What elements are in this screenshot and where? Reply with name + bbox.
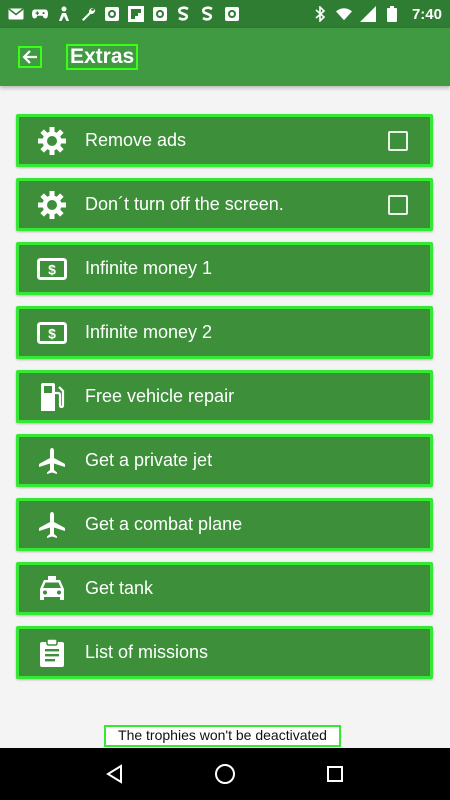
list-item-combat-plane[interactable]: Get a combat plane bbox=[16, 498, 433, 551]
game-controller-icon bbox=[32, 6, 48, 22]
svg-text:$: $ bbox=[48, 261, 56, 277]
item-label: Free vehicle repair bbox=[85, 386, 235, 406]
list-item-infinite-money-1[interactable]: $ Infinite money 1 bbox=[16, 242, 433, 295]
nav-back-button[interactable] bbox=[95, 754, 135, 794]
clipboard-icon bbox=[19, 629, 79, 676]
arrow-back-icon bbox=[22, 49, 38, 65]
taxi-icon bbox=[19, 565, 79, 612]
status-bar: 7:40 bbox=[0, 0, 450, 28]
svg-text:$: $ bbox=[48, 325, 56, 341]
list-item-remove-ads[interactable]: Remove ads bbox=[16, 114, 433, 167]
item-label: Get a private jet bbox=[85, 450, 213, 470]
money-icon: $ bbox=[19, 309, 79, 356]
item-label: Get tank bbox=[85, 578, 154, 598]
gear-icon bbox=[19, 181, 79, 228]
battery-icon bbox=[384, 6, 400, 22]
s-logo-icon bbox=[176, 6, 192, 22]
item-label: Remove ads bbox=[85, 130, 187, 150]
gear-icon bbox=[19, 117, 79, 164]
wifi-icon bbox=[335, 6, 352, 22]
list-item-infinite-money-2[interactable]: $ Infinite money 2 bbox=[16, 306, 433, 359]
trophies-note: The trophies won't be deactivated bbox=[104, 725, 341, 747]
item-label: Don´t turn off the screen. bbox=[85, 194, 284, 214]
mail-icon bbox=[8, 6, 24, 22]
back-button[interactable] bbox=[18, 46, 42, 68]
airplane-icon bbox=[19, 437, 79, 484]
system-nav-bar bbox=[0, 748, 450, 800]
safe-icon bbox=[152, 6, 168, 22]
list-item-keep-screen-on[interactable]: Don´t turn off the screen. bbox=[16, 178, 433, 231]
app-bar: Extras bbox=[0, 28, 450, 86]
page-title: Extras bbox=[66, 44, 139, 70]
bluetooth-icon bbox=[312, 6, 328, 22]
nav-home-button[interactable] bbox=[205, 754, 245, 794]
nav-home-icon bbox=[214, 763, 236, 785]
system-icons: 7:40 bbox=[312, 6, 442, 23]
extras-list: Remove ads Don´t turn off the screen. $ … bbox=[16, 114, 433, 690]
item-label: Infinite money 1 bbox=[85, 258, 213, 278]
nav-recents-button[interactable] bbox=[315, 754, 355, 794]
airplane-icon bbox=[19, 501, 79, 548]
fuel-pump-icon bbox=[19, 373, 79, 420]
person-icon bbox=[56, 6, 72, 22]
safe-icon bbox=[224, 6, 240, 22]
wrench-icon bbox=[80, 6, 96, 22]
nav-recents-icon bbox=[326, 765, 344, 783]
nav-back-icon bbox=[105, 764, 125, 784]
list-item-free-vehicle-repair[interactable]: Free vehicle repair bbox=[16, 370, 433, 423]
signal-icon bbox=[359, 6, 376, 22]
item-label: Infinite money 2 bbox=[85, 322, 213, 342]
item-label: Get a combat plane bbox=[85, 514, 243, 534]
clock: 7:40 bbox=[411, 5, 442, 23]
notification-icons bbox=[8, 6, 312, 22]
remove-ads-checkbox[interactable] bbox=[388, 130, 408, 151]
safe-icon bbox=[104, 6, 120, 22]
flipboard-icon bbox=[128, 6, 144, 22]
money-icon: $ bbox=[19, 245, 79, 292]
list-item-missions[interactable]: List of missions bbox=[16, 626, 433, 679]
list-item-private-jet[interactable]: Get a private jet bbox=[16, 434, 433, 487]
s-logo-icon bbox=[200, 6, 216, 22]
item-label: List of missions bbox=[85, 642, 209, 662]
list-item-get-tank[interactable]: Get tank bbox=[16, 562, 433, 615]
keep-screen-on-checkbox[interactable] bbox=[388, 194, 408, 215]
